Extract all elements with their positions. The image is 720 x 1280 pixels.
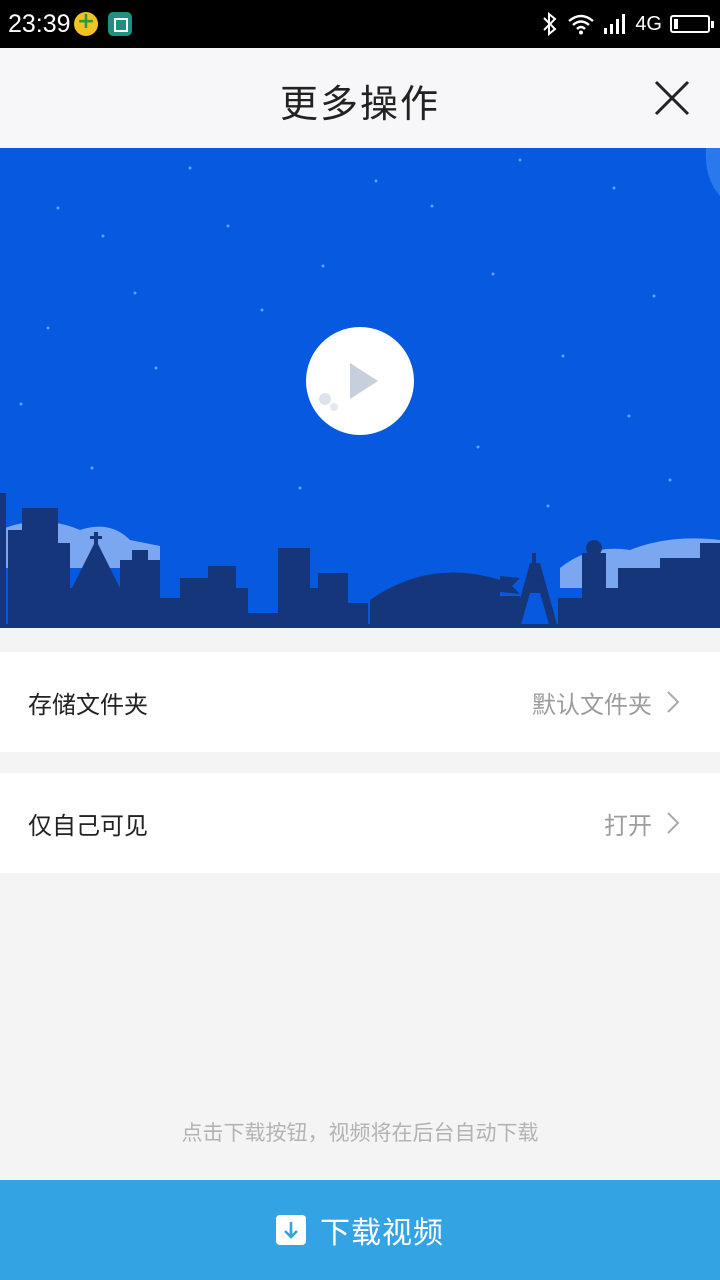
page-header: 更多操作 [0,48,720,148]
play-icon[interactable] [306,327,414,435]
network-type: 4G [635,12,662,35]
status-time: 23:39 [8,10,71,38]
download-icon [276,1215,306,1245]
status-indicators: 4G [541,10,714,38]
bluetooth-icon [543,11,557,37]
download-video-button[interactable]: 下载视频 [0,1180,720,1280]
chevron-right-icon [667,691,680,713]
screenshot-icon [108,12,132,36]
close-icon[interactable] [652,78,692,118]
signal-icon [604,14,626,34]
video-preview [0,148,720,628]
private-visibility-value: 打开 [604,812,652,840]
storage-folder-label: 存储文件夹 [28,691,148,719]
chevron-right-icon [667,812,680,834]
storage-folder-row[interactable]: 存储文件夹 默认文件夹 [0,652,720,752]
storage-folder-value: 默认文件夹 [532,691,652,719]
status-bar: 23:39 4G [0,0,720,48]
notification-plus-icon [74,9,98,36]
page-title: 更多操作 [279,82,440,126]
battery-icon [670,15,714,33]
battery-level [674,19,678,29]
download-video-label: 下载视频 [320,1216,444,1251]
private-visibility-label: 仅自己可见 [28,812,148,840]
wifi-icon [568,14,595,35]
download-hint: 点击下载按钮，视频将在后台自动下载 [181,1121,539,1145]
private-visibility-row[interactable]: 仅自己可见 打开 [0,773,720,873]
